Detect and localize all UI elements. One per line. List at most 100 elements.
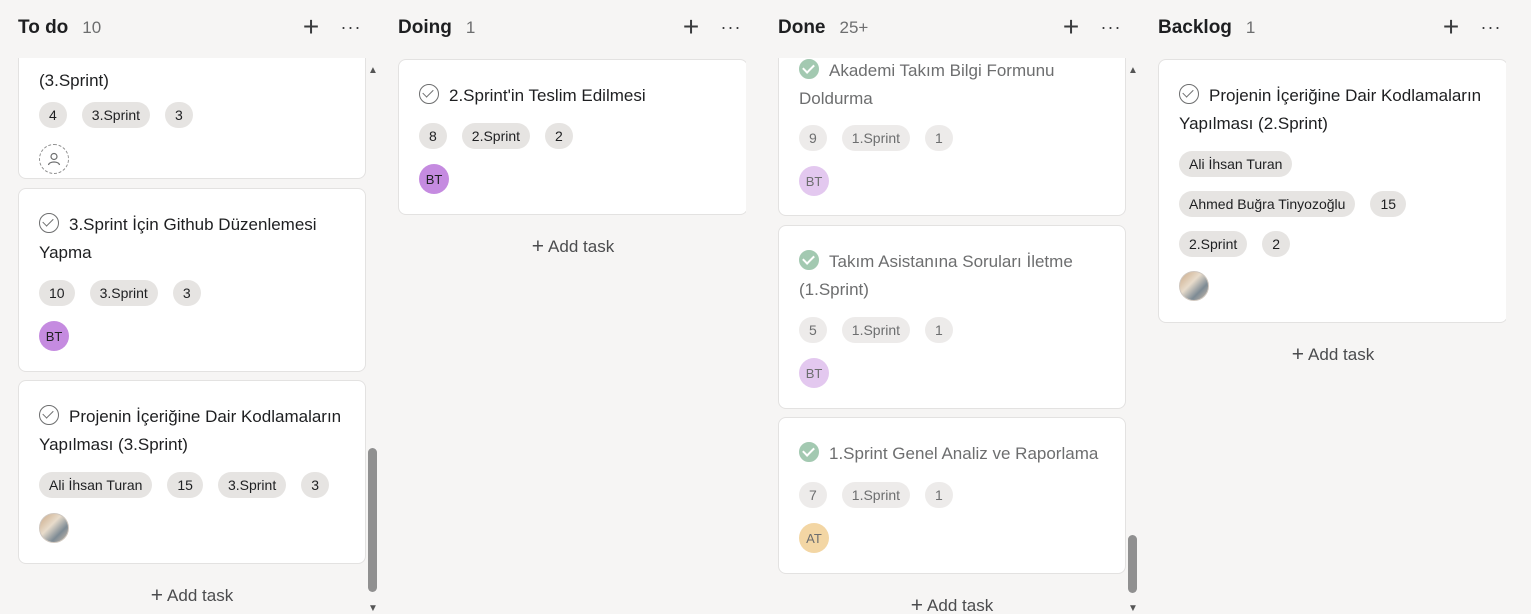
- check-circle-icon[interactable]: [419, 84, 439, 104]
- task-card[interactable]: 2.Sprint'in Teslim Edilmesi 8 2.Sprint 2…: [398, 59, 746, 215]
- task-fields: 4 3.Sprint 3: [39, 102, 208, 128]
- field-pill[interactable]: Ali İhsan Turan: [1179, 151, 1293, 177]
- task-title[interactable]: (3.Sprint): [39, 67, 349, 95]
- field-pill[interactable]: 3: [172, 280, 201, 306]
- add-task-plus-icon[interactable]: +: [677, 13, 705, 41]
- check-circle-icon[interactable]: [799, 59, 819, 79]
- field-pill[interactable]: 1: [925, 317, 953, 343]
- task-fields: 9 1.Sprint 1: [799, 125, 968, 151]
- triangle-up-icon[interactable]: ▲: [367, 66, 379, 76]
- task-title: 3.Sprint İçin Github Düzenlemesi Yapma: [39, 215, 317, 262]
- todo-scrollbar[interactable]: ▲ ▼: [367, 62, 379, 614]
- field-pill[interactable]: 3.Sprint: [217, 472, 287, 498]
- task-card[interactable]: Takım Asistanına Soruları İletme (1.Spri…: [778, 225, 1126, 409]
- task-card[interactable]: Akademi Takım Bilgi Formunu Doldurma 9 1…: [778, 58, 1126, 216]
- field-pill[interactable]: 1.Sprint: [841, 482, 911, 508]
- scrollbar-thumb[interactable]: [368, 448, 377, 592]
- check-circle-icon[interactable]: [39, 405, 59, 425]
- task-fields: Ahmed Buğra Tinyozoğlu 15: [1179, 191, 1421, 217]
- task-card[interactable]: (3.Sprint) 4 3.Sprint 3: [18, 58, 366, 179]
- assignee-avatar[interactable]: BT: [39, 321, 69, 351]
- field-pill[interactable]: 9: [799, 125, 827, 151]
- field-pill[interactable]: Ahmed Buğra Tinyozoğlu: [1179, 191, 1356, 217]
- field-pill[interactable]: 15: [1370, 191, 1407, 217]
- field-pill[interactable]: 10: [39, 280, 75, 306]
- task-title: 2.Sprint'in Teslim Edilmesi: [449, 86, 646, 105]
- assignee-avatar[interactable]: BT: [799, 166, 829, 196]
- task-fields: 2.Sprint 2: [1179, 231, 1305, 257]
- add-task-label: Add task: [167, 586, 234, 605]
- field-pill[interactable]: 3.Sprint: [89, 280, 158, 306]
- check-circle-icon[interactable]: [1179, 84, 1199, 104]
- field-pill[interactable]: 1: [925, 125, 953, 151]
- task-card[interactable]: 1.Sprint Genel Analiz ve Raporlama 7 1.S…: [778, 417, 1126, 574]
- column-task-count: 10: [82, 18, 102, 37]
- scrollbar-thumb[interactable]: [1128, 535, 1137, 593]
- task-title: 1.Sprint Genel Analiz ve Raporlama: [829, 444, 1099, 463]
- triangle-up-icon[interactable]: ▲: [1127, 66, 1139, 76]
- task-title-row[interactable]: Takım Asistanına Soruları İletme (1.Spri…: [799, 248, 1109, 304]
- field-pill[interactable]: 2: [1262, 231, 1291, 257]
- field-pill[interactable]: 1.Sprint: [841, 125, 911, 151]
- add-task-plus-icon[interactable]: +: [297, 13, 325, 41]
- task-fields: 10 3.Sprint 3: [39, 280, 216, 306]
- column-title: Done: [778, 17, 826, 38]
- task-title-row[interactable]: Projenin İçeriğine Dair Kodlamaların Yap…: [1179, 82, 1491, 138]
- add-task-plus-icon[interactable]: +: [1437, 13, 1465, 41]
- triangle-down-icon[interactable]: ▼: [367, 604, 379, 614]
- task-title-row[interactable]: Akademi Takım Bilgi Formunu Doldurma: [799, 58, 1109, 113]
- field-pill[interactable]: Ali İhsan Turan: [39, 472, 153, 498]
- column-more-icon[interactable]: ···: [1096, 13, 1126, 41]
- column-task-count: 1: [1245, 18, 1256, 37]
- add-task-plus-icon[interactable]: +: [1057, 13, 1085, 41]
- add-task-button[interactable]: + Add task: [398, 235, 746, 259]
- unassigned-avatar-icon[interactable]: [39, 144, 69, 174]
- field-pill[interactable]: 2.Sprint: [461, 123, 531, 149]
- task-fields: 5 1.Sprint 1: [799, 317, 968, 343]
- field-pill[interactable]: 3.Sprint: [81, 102, 151, 128]
- task-fields: 7 1.Sprint 1: [799, 482, 968, 508]
- task-card[interactable]: 3.Sprint İçin Github Düzenlemesi Yapma 1…: [18, 188, 366, 372]
- plus-icon: +: [910, 594, 924, 614]
- column-more-icon[interactable]: ···: [716, 13, 746, 41]
- column-task-count: 1: [465, 18, 476, 37]
- column-title: Backlog: [1158, 17, 1232, 38]
- done-scrollbar[interactable]: ▲ ▼: [1127, 62, 1139, 614]
- field-pill[interactable]: 7: [799, 482, 827, 508]
- column-more-icon[interactable]: ···: [1476, 13, 1506, 41]
- assignee-avatar[interactable]: AT: [799, 523, 829, 553]
- task-title-row[interactable]: 3.Sprint İçin Github Düzenlemesi Yapma: [39, 211, 349, 267]
- task-title-row[interactable]: 2.Sprint'in Teslim Edilmesi: [419, 82, 731, 110]
- field-pill[interactable]: 3: [165, 102, 193, 128]
- field-pill[interactable]: 3: [301, 472, 330, 498]
- field-pill[interactable]: 1.Sprint: [841, 317, 911, 343]
- task-title: Takım Asistanına Soruları İletme (1.Spri…: [799, 252, 1073, 299]
- task-card[interactable]: Projenin İçeriğine Dair Kodlamaların Yap…: [1158, 59, 1506, 323]
- triangle-down-icon[interactable]: ▼: [1127, 604, 1139, 614]
- field-pill[interactable]: 1: [925, 482, 953, 508]
- add-task-button[interactable]: + Add task: [1158, 343, 1506, 367]
- field-pill[interactable]: 2.Sprint: [1179, 231, 1248, 257]
- task-fields: Ali İhsan Turan: [1179, 151, 1307, 177]
- check-circle-icon[interactable]: [799, 250, 819, 270]
- add-task-button[interactable]: + Add task: [778, 594, 1126, 614]
- column-task-list: (3.Sprint) 4 3.Sprint 3 3.Sprint İçin Gi…: [18, 58, 366, 614]
- plus-icon: +: [150, 584, 164, 607]
- field-pill[interactable]: 5: [799, 317, 827, 343]
- assignee-photo-avatar[interactable]: [1179, 271, 1209, 301]
- column-more-icon[interactable]: ···: [336, 13, 366, 41]
- check-circle-icon[interactable]: [39, 213, 59, 233]
- field-pill[interactable]: 2: [545, 123, 573, 149]
- field-pill[interactable]: 8: [419, 123, 447, 149]
- field-pill[interactable]: 4: [39, 102, 67, 128]
- task-title-row[interactable]: Projenin İçeriğine Dair Kodlamaların Yap…: [39, 403, 349, 459]
- assignee-photo-avatar[interactable]: [39, 513, 69, 543]
- task-card[interactable]: Projenin İçeriğine Dair Kodlamaların Yap…: [18, 380, 366, 564]
- field-pill[interactable]: 15: [167, 472, 203, 498]
- check-circle-icon[interactable]: [799, 442, 819, 462]
- assignee-avatar[interactable]: BT: [419, 164, 449, 194]
- add-task-button[interactable]: + Add task: [18, 584, 366, 608]
- task-title-row[interactable]: 1.Sprint Genel Analiz ve Raporlama: [799, 440, 1109, 468]
- assignee-avatar[interactable]: BT: [799, 358, 829, 388]
- plus-icon: +: [1291, 343, 1305, 366]
